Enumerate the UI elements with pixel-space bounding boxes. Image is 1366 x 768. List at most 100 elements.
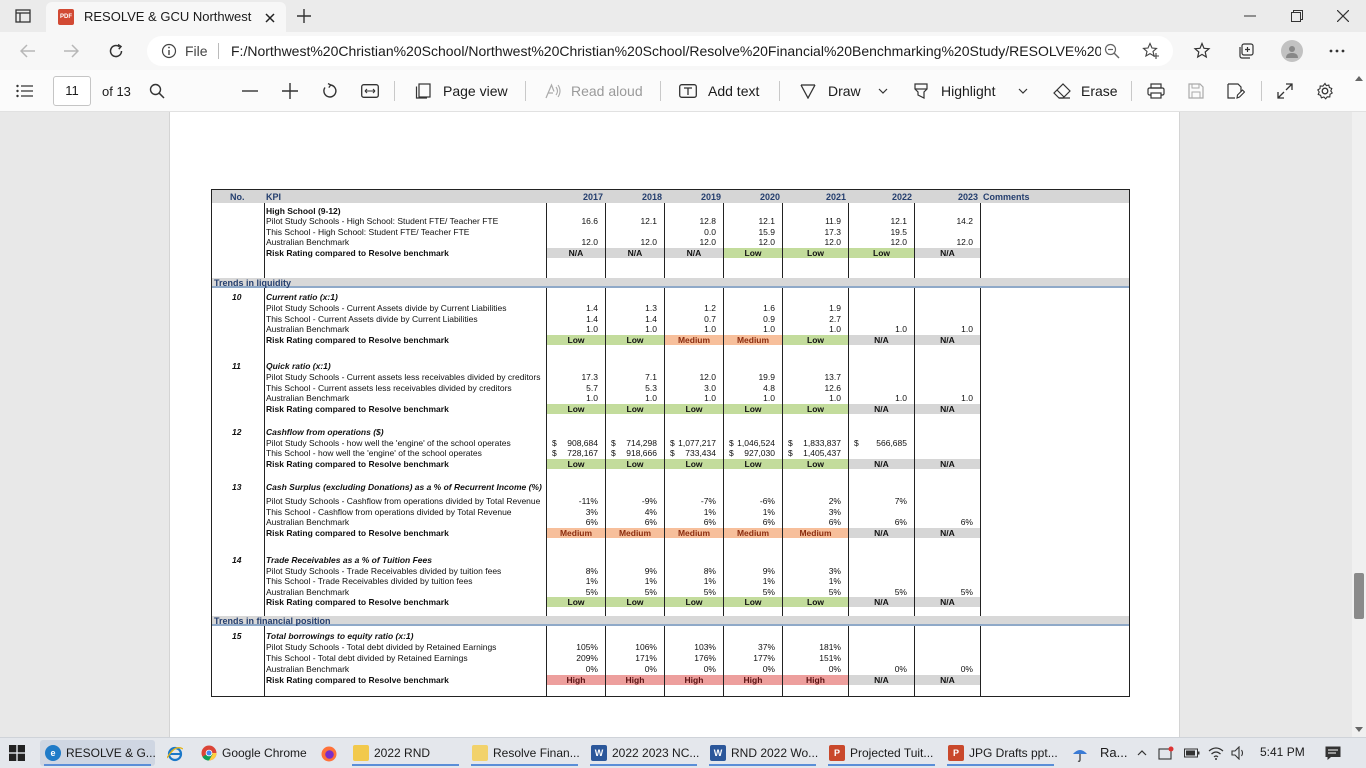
taskbar-chrome[interactable]: Google Chrome — [196, 740, 311, 766]
minimize-icon[interactable] — [1240, 8, 1260, 24]
tab-strip: PDF RESOLVE & GCU Northwest Chri — [0, 0, 1366, 32]
settings-gear-icon[interactable] — [1315, 81, 1335, 101]
info-icon[interactable] — [161, 43, 177, 59]
table-cell: 14.2 — [956, 216, 973, 226]
highlight-options-chevron-icon[interactable] — [1016, 84, 1030, 98]
table-cell: 4.8 — [763, 383, 775, 393]
read-aloud-button[interactable]: Read aloud — [571, 83, 643, 99]
restore-icon[interactable] — [1287, 8, 1307, 24]
taskbar-ppt-projected[interactable]: P Projected Tuit... — [824, 740, 939, 766]
wifi-icon[interactable] — [1206, 744, 1226, 762]
clock-time[interactable]: 5:41 PM — [1260, 745, 1305, 759]
profile-avatar[interactable] — [1281, 40, 1303, 62]
tray-chevron-up-icon[interactable] — [1134, 744, 1150, 762]
weather-text[interactable]: Ra... — [1100, 745, 1127, 760]
table-cell: 1.0 — [704, 324, 716, 334]
highlight-button[interactable]: Highlight — [941, 83, 995, 99]
collections-icon[interactable] — [1236, 41, 1256, 61]
close-tab-icon[interactable] — [262, 10, 278, 26]
scrollbar-track[interactable] — [1352, 112, 1366, 737]
risk-rating-value: Medium — [677, 335, 711, 345]
taskbar-word-2022-2023[interactable]: W 2022 2023 NC... — [586, 740, 701, 766]
column-header: 2021 — [825, 192, 846, 202]
risk-rating-value: Low — [685, 459, 703, 469]
table-cell: 0% — [960, 664, 973, 674]
search-icon[interactable] — [147, 82, 167, 100]
contents-icon[interactable] — [14, 82, 36, 100]
kpi-row-label: Pilot Study Schools - how well the 'engi… — [266, 438, 511, 448]
scroll-up-arrow-icon[interactable] — [1353, 73, 1365, 83]
table-cell: 12.8 — [699, 216, 716, 226]
kpi-row-label: This School - Total debt divided by Reta… — [266, 653, 468, 663]
volume-icon[interactable] — [1229, 744, 1249, 762]
table-cell: 1% — [828, 576, 841, 586]
ie-icon[interactable] — [163, 743, 187, 765]
erase-button[interactable]: Erase — [1081, 83, 1118, 99]
close-window-icon[interactable] — [1333, 8, 1353, 24]
fullscreen-icon[interactable] — [1275, 82, 1295, 100]
active-tab[interactable]: PDF RESOLVE & GCU Northwest Chri — [46, 2, 286, 32]
table-cell: 1.0 — [645, 393, 657, 403]
folder-icon — [353, 745, 369, 761]
kpi-table: No. KPI 2017 2018 2019 2020 2021 2022 2023 Commen… — [211, 189, 1130, 697]
save-as-icon[interactable] — [1226, 82, 1246, 100]
draw-button[interactable]: Draw — [828, 83, 861, 99]
kpi-title: Current ratio (x:1) — [266, 292, 338, 302]
forward-icon[interactable] — [61, 42, 81, 60]
battery-icon[interactable] — [1182, 744, 1202, 762]
pdf-viewer[interactable]: No. KPI 2017 2018 2019 2020 2021 2022 2023 Commen… — [0, 112, 1366, 737]
windows-start-icon[interactable] — [8, 744, 26, 762]
tab-actions-icon[interactable] — [14, 8, 32, 24]
firefox-icon[interactable] — [317, 743, 341, 765]
taskbar-word-rnd[interactable]: W RND 2022 Wo... — [705, 740, 820, 766]
zoom-out-icon[interactable] — [1103, 43, 1121, 59]
read-aloud-icon[interactable] — [543, 82, 563, 100]
add-text-button[interactable]: Add text — [708, 83, 759, 99]
kpi-title: Trade Receivables as a % of Tuition Fees — [266, 555, 432, 565]
eraser-icon[interactable] — [1052, 82, 1072, 100]
draw-options-chevron-icon[interactable] — [876, 84, 890, 98]
risk-rating-value: Low — [807, 597, 824, 607]
taskbar-folder-2022-rnd[interactable]: 2022 RND — [348, 740, 463, 766]
scroll-down-arrow-icon[interactable] — [1353, 724, 1365, 734]
table-cell: 714,298 — [626, 438, 657, 448]
zoom-in-button[interactable] — [280, 82, 300, 100]
add-favorite-icon[interactable] — [1141, 42, 1161, 60]
refresh-icon[interactable] — [106, 41, 126, 61]
taskbar-edge-resolve[interactable]: e RESOLVE & G... — [40, 740, 155, 766]
page-number-input[interactable]: 11 — [53, 76, 91, 106]
word-icon: W — [591, 745, 607, 761]
kpi-row-label: Australian Benchmark — [266, 393, 350, 403]
draw-icon[interactable] — [798, 82, 818, 100]
zoom-out-button[interactable] — [240, 82, 260, 100]
taskbar-folder-resolve[interactable]: Resolve Finan... — [467, 740, 582, 766]
add-text-icon[interactable] — [678, 82, 698, 100]
favorites-icon[interactable] — [1192, 41, 1212, 61]
table-cell: 3% — [828, 507, 841, 517]
page-view-button[interactable]: Page view — [443, 83, 508, 99]
column-header: 2023 — [957, 192, 978, 202]
taskbar-ppt-jpg[interactable]: P JPG Drafts ppt... — [943, 740, 1058, 766]
fit-page-icon[interactable] — [360, 82, 380, 100]
toolbar-divider — [660, 81, 661, 101]
save-icon[interactable] — [1186, 82, 1206, 100]
print-icon[interactable] — [1146, 82, 1166, 100]
back-icon[interactable] — [18, 42, 38, 60]
new-tab-icon[interactable] — [294, 6, 314, 26]
risk-rating-value: Low — [744, 597, 762, 607]
url-field[interactable]: File F:/Northwest%20Christian%20School/N… — [147, 36, 1173, 66]
rotate-icon[interactable] — [320, 82, 340, 100]
scrollbar-thumb[interactable] — [1354, 573, 1364, 619]
more-menu-icon[interactable] — [1327, 41, 1347, 61]
risk-rating-value: Low — [807, 335, 824, 345]
table-cell: 1,405,437 — [803, 448, 841, 458]
weather-rain-icon[interactable] — [1068, 743, 1092, 765]
risk-rating-value: High — [743, 675, 763, 685]
table-cell: 733,434 — [685, 448, 716, 458]
tray-app-icon[interactable] — [1156, 744, 1176, 762]
kpi-row-label: Pilot Study Schools - Current Assets div… — [266, 303, 507, 313]
highlight-icon[interactable] — [911, 82, 931, 100]
risk-rating-value: N/A — [940, 675, 955, 685]
page-view-icon[interactable] — [413, 82, 433, 100]
notifications-icon[interactable] — [1322, 743, 1344, 763]
